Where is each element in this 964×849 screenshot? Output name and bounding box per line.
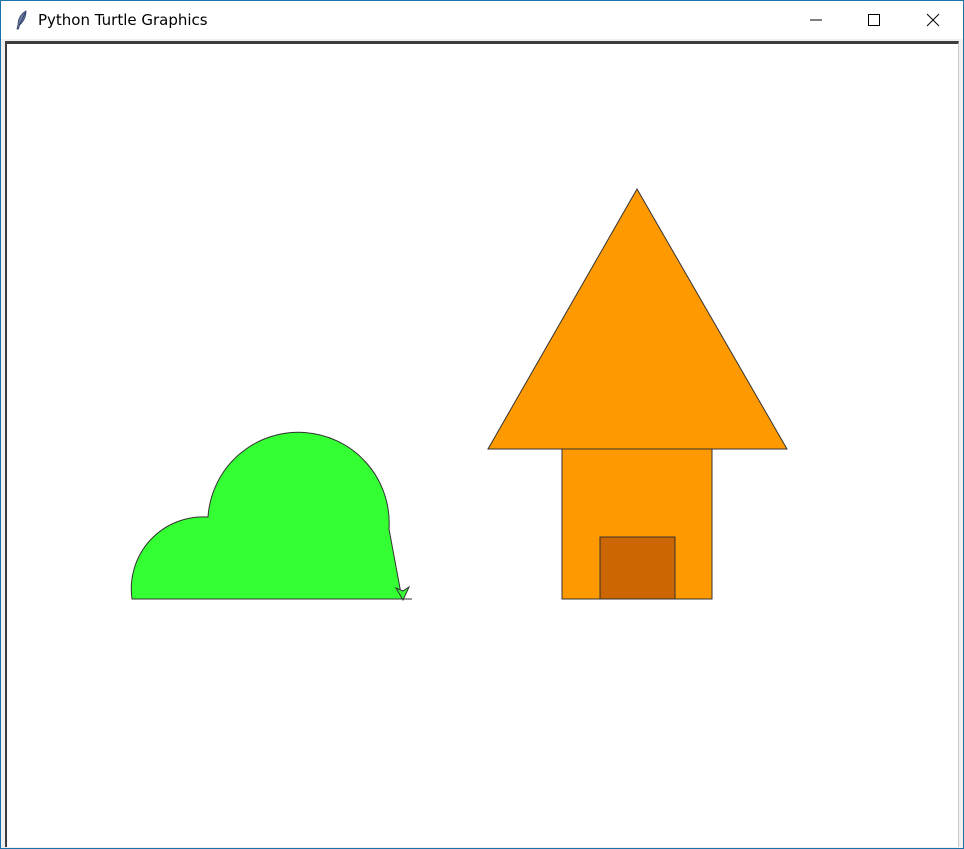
turtle-canvas-frame: [5, 41, 959, 847]
minimize-icon: [810, 19, 822, 21]
window-title: Python Turtle Graphics: [38, 11, 208, 29]
house-roof: [487, 187, 788, 450]
turtle-canvas[interactable]: [7, 44, 957, 847]
minimize-button[interactable]: [787, 1, 845, 39]
house-door: [599, 536, 676, 600]
bush-shape: [130, 431, 403, 600]
maximize-icon: [868, 14, 880, 26]
close-icon: [926, 13, 940, 27]
turtle-window: Python Turtle Graphics: [0, 0, 964, 849]
close-button[interactable]: [904, 1, 962, 39]
title-bar[interactable]: Python Turtle Graphics: [1, 1, 963, 39]
maximize-button[interactable]: [845, 1, 903, 39]
feather-icon: [16, 10, 27, 30]
